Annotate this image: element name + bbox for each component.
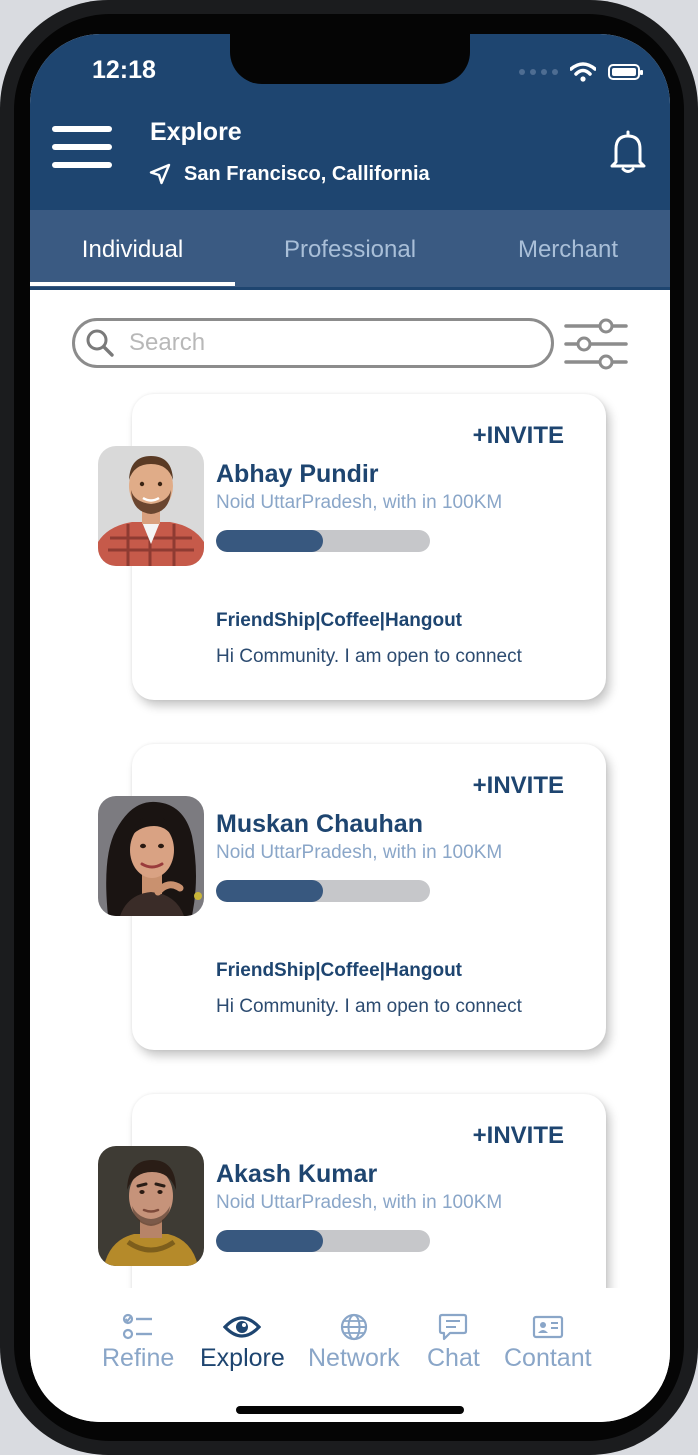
profile-name: Akash Kumar bbox=[216, 1160, 378, 1188]
progress-bar bbox=[216, 1230, 430, 1252]
contact-card-icon bbox=[532, 1315, 563, 1339]
cellular-signal-icon bbox=[519, 69, 558, 75]
nav-label-refine: Refine bbox=[102, 1344, 175, 1372]
profile-distance: Noid UttarPradesh, with in 100KM bbox=[216, 492, 503, 513]
profile-name: Muskan Chauhan bbox=[216, 810, 423, 838]
home-indicator[interactable] bbox=[236, 1406, 464, 1414]
status-indicators bbox=[519, 62, 643, 82]
profile-card[interactable]: +INVITE Muskan Chauhan Noid UttarPradesh… bbox=[98, 744, 606, 1050]
category-tabs: Individual Professional Merchant bbox=[30, 210, 670, 290]
profile-interests: FriendShip|Coffee|Hangout bbox=[216, 960, 463, 981]
profile-card[interactable]: +INVITE A bbox=[98, 1094, 606, 1288]
phone-notch bbox=[230, 34, 470, 84]
page-title: Explore bbox=[150, 118, 242, 146]
tab-individual[interactable]: Individual bbox=[30, 210, 235, 290]
avatar bbox=[98, 446, 204, 566]
wifi-icon bbox=[570, 62, 596, 82]
bell-icon[interactable] bbox=[608, 130, 648, 179]
progress-fill bbox=[216, 530, 323, 552]
nav-label-contact: Contant bbox=[504, 1344, 592, 1372]
profile-bio: Hi Community. I am open to connect bbox=[216, 646, 522, 667]
battery-icon bbox=[608, 64, 643, 80]
profile-interests: FriendShip|Coffee|Hangout bbox=[216, 610, 463, 631]
profile-card[interactable]: +INVITE A bbox=[98, 394, 606, 700]
nav-label-chat: Chat bbox=[427, 1344, 480, 1372]
nav-label-explore: Explore bbox=[200, 1344, 285, 1372]
status-time: 12:18 bbox=[92, 56, 156, 84]
avatar bbox=[98, 796, 204, 916]
invite-button[interactable]: +INVITE bbox=[473, 1122, 564, 1150]
profile-name: Abhay Pundir bbox=[216, 460, 379, 488]
location-label: San Francisco, Callifornia bbox=[184, 162, 430, 185]
tab-professional[interactable]: Professional bbox=[243, 210, 457, 290]
profile-list: +INVITE Abhay Pundir Noid UttarPradesh, … bbox=[30, 290, 670, 1288]
profile-bio: Hi Community. I am open to connect bbox=[216, 996, 522, 1017]
nav-refine[interactable]: Refine bbox=[102, 1312, 174, 1373]
progress-fill bbox=[216, 1230, 323, 1252]
tab-merchant[interactable]: Merchant bbox=[460, 210, 670, 290]
nav-contact[interactable]: Contant bbox=[504, 1312, 592, 1373]
nav-chat[interactable]: Chat bbox=[427, 1312, 480, 1373]
app-screen: 12:18 Explore San Francisco, Callifornia bbox=[30, 34, 670, 1422]
phone-frame: 12:18 Explore San Francisco, Callifornia bbox=[0, 0, 698, 1455]
invite-button[interactable]: +INVITE bbox=[473, 422, 564, 450]
nav-network[interactable]: Network bbox=[308, 1312, 400, 1373]
progress-fill bbox=[216, 880, 323, 902]
active-tab-indicator bbox=[30, 282, 235, 286]
hamburger-menu-icon[interactable] bbox=[52, 126, 114, 174]
navigation-arrow-icon bbox=[149, 163, 171, 185]
progress-bar bbox=[216, 530, 430, 552]
nav-label-network: Network bbox=[308, 1344, 400, 1372]
nav-explore[interactable]: Explore bbox=[200, 1312, 285, 1373]
checklist-icon bbox=[123, 1313, 153, 1340]
progress-bar bbox=[216, 880, 430, 902]
profile-distance: Noid UttarPradesh, with in 100KM bbox=[216, 1192, 503, 1213]
globe-icon bbox=[340, 1313, 367, 1341]
chat-bubble-icon bbox=[439, 1313, 468, 1341]
invite-button[interactable]: +INVITE bbox=[473, 772, 564, 800]
location-display[interactable]: San Francisco, Callifornia bbox=[148, 162, 430, 186]
profile-distance: Noid UttarPradesh, with in 100KM bbox=[216, 842, 503, 863]
avatar bbox=[98, 1146, 204, 1266]
bottom-navigation: Refine Explore Network Chat Contant bbox=[30, 1288, 670, 1422]
eye-icon bbox=[223, 1316, 262, 1338]
